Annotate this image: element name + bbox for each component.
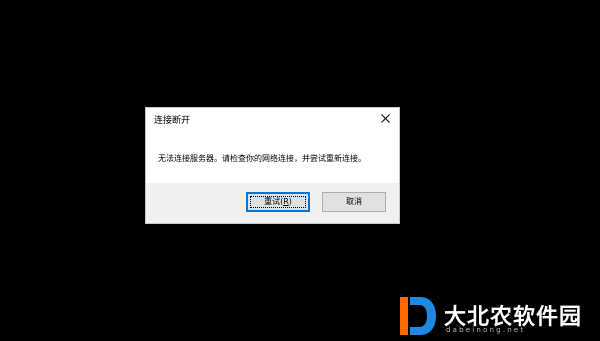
cancel-button[interactable]: 取消: [322, 192, 386, 212]
watermark-logo-icon: [400, 297, 436, 335]
dialog-title: 连接断开: [154, 116, 191, 126]
close-button[interactable]: [375, 109, 397, 129]
dialog-button-bar: 重试(R) 取消: [146, 183, 399, 223]
site-watermark: 大北农软件园 dabeinong.net: [398, 293, 598, 341]
disconnect-dialog: 连接断开 无法连接服务器。请检查你的网络连接，并尝试重新连接。 重试(R) 取消: [145, 107, 400, 224]
retry-button[interactable]: 重试(R): [246, 192, 310, 212]
dialog-titlebar[interactable]: 连接断开: [146, 108, 399, 132]
retry-button-label: 重试(R): [264, 197, 292, 206]
watermark-url: dabeinong.net: [446, 326, 526, 334]
dialog-message: 无法连接服务器。请检查你的网络连接，并尝试重新连接。: [158, 154, 366, 163]
desktop-screen: 连接断开 无法连接服务器。请检查你的网络连接，并尝试重新连接。 重试(R) 取消: [0, 0, 600, 341]
close-icon: [381, 114, 390, 123]
cancel-button-label: 取消: [346, 197, 362, 206]
